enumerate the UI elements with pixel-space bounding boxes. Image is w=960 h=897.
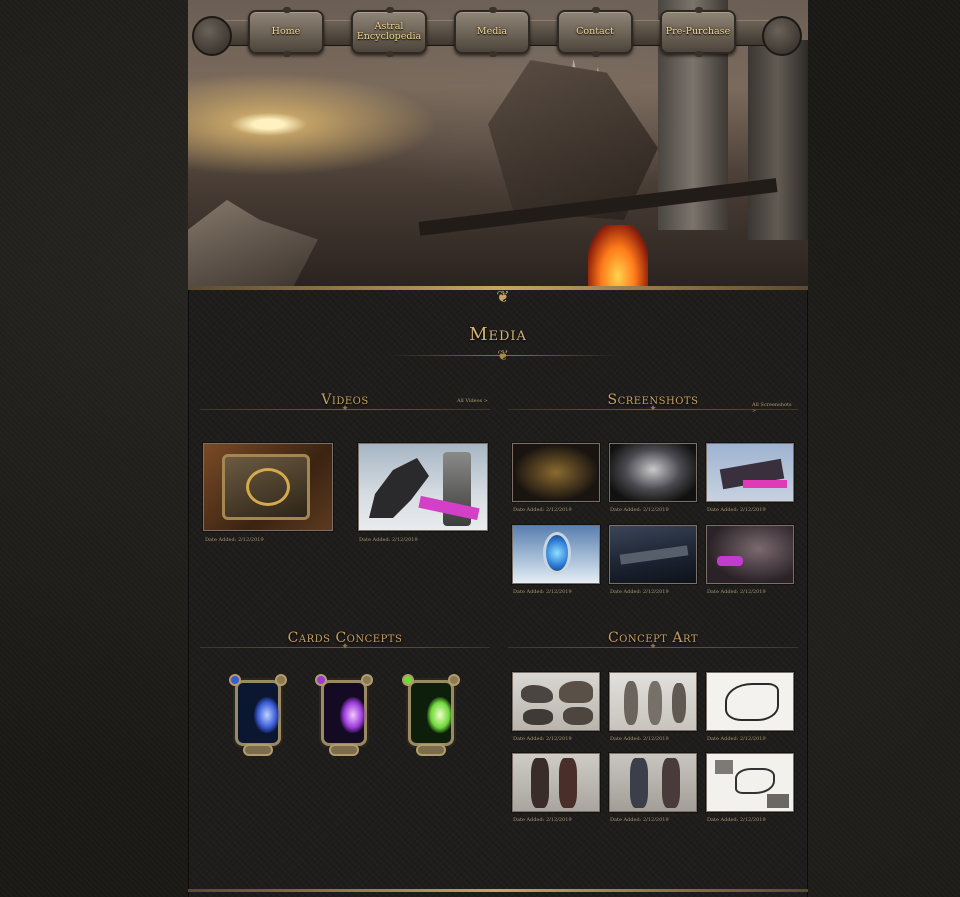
concept-art-thumb-4[interactable] — [512, 753, 600, 812]
concept-art-date-3: Date Added: 2/12/2019 — [707, 736, 766, 742]
card-3-gem-icon — [402, 674, 414, 686]
hero-fire — [588, 225, 648, 289]
concept-art-1-creature-c — [523, 709, 553, 725]
cards-header: Cards Concepts ✦ — [200, 630, 490, 656]
card-2-body — [321, 680, 367, 746]
screenshot-date-4: Date Added: 2/12/2019 — [513, 589, 572, 595]
card-1-corner-icon — [275, 674, 287, 686]
all-videos-link[interactable]: All Videos > — [457, 398, 488, 404]
screenshot-thumb-6-glow — [717, 556, 743, 566]
card-2-base — [329, 744, 359, 756]
card-1-gem-icon — [229, 674, 241, 686]
nav-pre-purchase[interactable]: Pre-Purchase — [660, 7, 736, 57]
title-divider: ❦ — [388, 346, 618, 366]
card-3-art — [427, 697, 453, 733]
concept-art-date-6: Date Added: 2/12/2019 — [707, 817, 766, 823]
concept-art-2-figure-c — [672, 683, 686, 723]
video-date-1: Date Added: 2/12/2019 — [205, 537, 264, 543]
card-3-base — [416, 744, 446, 756]
nav-home[interactable]: Home — [248, 7, 324, 57]
main-nav: Home Astral Encyclopedia Media Contact P… — [192, 7, 802, 57]
concept-art-thumb-1[interactable] — [512, 672, 600, 731]
screenshot-date-2: Date Added: 2/12/2019 — [610, 507, 669, 513]
concept-art-1-creature-b — [559, 681, 593, 703]
screenshot-thumb-2[interactable] — [609, 443, 697, 502]
screenshot-date-6: Date Added: 2/12/2019 — [707, 589, 766, 595]
concept-art-thumb-3[interactable] — [706, 672, 794, 731]
video-thumb-1[interactable] — [203, 443, 333, 531]
screenshots-header: Screenshots ✦ All Screenshots > — [508, 392, 798, 418]
cards-ornament-icon: ✦ — [341, 642, 349, 652]
screenshot-thumb-3[interactable] — [706, 443, 794, 502]
card-2-gem-icon — [315, 674, 327, 686]
hero-ornament-icon: ❦ — [496, 287, 510, 306]
all-screenshots-link[interactable]: All Screenshots > — [752, 402, 794, 414]
video-thumb-2[interactable] — [358, 443, 488, 531]
concept-art-ornament-icon: ✦ — [649, 642, 657, 652]
concept-art-6-dragon-sketch — [735, 768, 775, 794]
concept-art-2-figure-b — [648, 681, 662, 725]
hero-airship — [188, 199, 318, 289]
concept-art-header: Concept Art ✦ — [508, 630, 798, 656]
nav-astral-encyclopedia[interactable]: Astral Encyclopedia — [351, 7, 427, 57]
screenshot-date-3: Date Added: 2/12/2019 — [707, 507, 766, 513]
hero-tower-right — [748, 40, 808, 240]
screenshot-thumb-1[interactable] — [512, 443, 600, 502]
nav-cap-left-icon — [192, 16, 232, 56]
concept-art-thumb-5[interactable] — [609, 753, 697, 812]
card-3-corner-icon — [448, 674, 460, 686]
video-date-2: Date Added: 2/12/2019 — [359, 537, 418, 543]
concept-art-5-figure-b — [662, 758, 680, 808]
card-1-base — [243, 744, 273, 756]
concept-art-4-figure-b — [559, 758, 577, 808]
card-1-art — [254, 697, 280, 733]
screenshot-thumb-3-trail — [743, 480, 787, 488]
nav-media[interactable]: Media — [454, 7, 530, 57]
screenshot-date-1: Date Added: 2/12/2019 — [513, 507, 572, 513]
concept-art-1-creature-a — [521, 685, 553, 703]
nav-contact[interactable]: Contact — [557, 7, 633, 57]
concept-art-4-figure-a — [531, 758, 549, 808]
title-ornament-icon: ❦ — [497, 348, 509, 364]
screenshot-thumb-4-portal — [543, 532, 571, 574]
card-concept-2[interactable] — [315, 674, 373, 756]
concept-art-date-1: Date Added: 2/12/2019 — [513, 736, 572, 742]
screenshot-thumb-6[interactable] — [706, 525, 794, 584]
compass-icon — [246, 468, 290, 506]
concept-art-date-5: Date Added: 2/12/2019 — [610, 817, 669, 823]
concept-art-3-dragon-sketch — [725, 683, 779, 721]
concept-art-thumb-6[interactable] — [706, 753, 794, 812]
concept-art-6-inset-b — [767, 794, 789, 808]
concept-art-date-2: Date Added: 2/12/2019 — [610, 736, 669, 742]
screenshot-thumb-4[interactable] — [512, 525, 600, 584]
screenshot-date-5: Date Added: 2/12/2019 — [610, 589, 669, 595]
screenshot-thumb-5-ship — [619, 545, 689, 565]
concept-art-6-inset-a — [715, 760, 733, 774]
nav-cap-right-icon — [762, 16, 802, 56]
video-thumb-cannon — [369, 458, 429, 518]
card-concept-1[interactable] — [229, 674, 287, 756]
card-2-corner-icon — [361, 674, 373, 686]
card-2-art — [340, 697, 366, 733]
screenshot-thumb-5[interactable] — [609, 525, 697, 584]
videos-ornament-icon: ✦ — [341, 404, 349, 414]
concept-art-thumb-2[interactable] — [609, 672, 697, 731]
concept-art-1-creature-d — [563, 707, 593, 725]
card-1-body — [235, 680, 281, 746]
concept-art-date-4: Date Added: 2/12/2019 — [513, 817, 572, 823]
footer-border — [188, 889, 808, 892]
screenshots-ornament-icon: ✦ — [649, 404, 657, 414]
card-3-body — [408, 680, 454, 746]
concept-art-2-figure-a — [624, 681, 638, 725]
concept-art-5-figure-a — [630, 758, 648, 808]
card-concept-3[interactable] — [402, 674, 460, 756]
videos-header: Videos ✦ All Videos > — [200, 392, 490, 418]
page-title: Media — [469, 324, 527, 345]
